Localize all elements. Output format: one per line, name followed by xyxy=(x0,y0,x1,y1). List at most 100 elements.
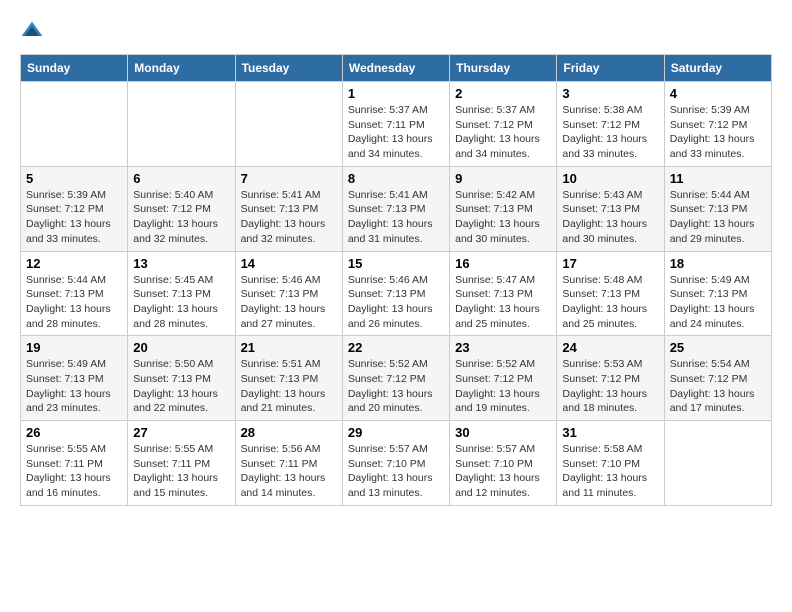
day-number: 3 xyxy=(562,86,658,101)
calendar-cell: 27 Sunrise: 5:55 AMSunset: 7:11 PMDaylig… xyxy=(128,421,235,506)
day-number: 9 xyxy=(455,171,551,186)
day-info: Sunrise: 5:55 AMSunset: 7:11 PMDaylight:… xyxy=(26,442,122,501)
day-info: Sunrise: 5:52 AMSunset: 7:12 PMDaylight:… xyxy=(348,357,444,416)
calendar-cell: 11 Sunrise: 5:44 AMSunset: 7:13 PMDaylig… xyxy=(664,166,771,251)
day-info: Sunrise: 5:41 AMSunset: 7:13 PMDaylight:… xyxy=(241,188,337,247)
day-info: Sunrise: 5:57 AMSunset: 7:10 PMDaylight:… xyxy=(348,442,444,501)
weekday-header-thursday: Thursday xyxy=(450,55,557,82)
day-info: Sunrise: 5:57 AMSunset: 7:10 PMDaylight:… xyxy=(455,442,551,501)
day-info: Sunrise: 5:47 AMSunset: 7:13 PMDaylight:… xyxy=(455,273,551,332)
calendar-cell: 6 Sunrise: 5:40 AMSunset: 7:12 PMDayligh… xyxy=(128,166,235,251)
day-info: Sunrise: 5:42 AMSunset: 7:13 PMDaylight:… xyxy=(455,188,551,247)
calendar-table: SundayMondayTuesdayWednesdayThursdayFrid… xyxy=(20,54,772,506)
calendar-week-row: 5 Sunrise: 5:39 AMSunset: 7:12 PMDayligh… xyxy=(21,166,772,251)
day-number: 16 xyxy=(455,256,551,271)
day-info: Sunrise: 5:58 AMSunset: 7:10 PMDaylight:… xyxy=(562,442,658,501)
day-info: Sunrise: 5:49 AMSunset: 7:13 PMDaylight:… xyxy=(670,273,766,332)
calendar-cell: 20 Sunrise: 5:50 AMSunset: 7:13 PMDaylig… xyxy=(128,336,235,421)
calendar-cell: 5 Sunrise: 5:39 AMSunset: 7:12 PMDayligh… xyxy=(21,166,128,251)
day-info: Sunrise: 5:39 AMSunset: 7:12 PMDaylight:… xyxy=(670,103,766,162)
day-info: Sunrise: 5:46 AMSunset: 7:13 PMDaylight:… xyxy=(348,273,444,332)
day-info: Sunrise: 5:55 AMSunset: 7:11 PMDaylight:… xyxy=(133,442,229,501)
day-number: 19 xyxy=(26,340,122,355)
calendar-week-row: 12 Sunrise: 5:44 AMSunset: 7:13 PMDaylig… xyxy=(21,251,772,336)
calendar-cell: 2 Sunrise: 5:37 AMSunset: 7:12 PMDayligh… xyxy=(450,82,557,167)
calendar-cell: 19 Sunrise: 5:49 AMSunset: 7:13 PMDaylig… xyxy=(21,336,128,421)
calendar-week-row: 1 Sunrise: 5:37 AMSunset: 7:11 PMDayligh… xyxy=(21,82,772,167)
day-number: 4 xyxy=(670,86,766,101)
day-info: Sunrise: 5:37 AMSunset: 7:11 PMDaylight:… xyxy=(348,103,444,162)
day-number: 24 xyxy=(562,340,658,355)
day-number: 27 xyxy=(133,425,229,440)
calendar-cell: 31 Sunrise: 5:58 AMSunset: 7:10 PMDaylig… xyxy=(557,421,664,506)
calendar-cell xyxy=(128,82,235,167)
day-number: 5 xyxy=(26,171,122,186)
calendar-cell: 3 Sunrise: 5:38 AMSunset: 7:12 PMDayligh… xyxy=(557,82,664,167)
calendar-cell: 8 Sunrise: 5:41 AMSunset: 7:13 PMDayligh… xyxy=(342,166,449,251)
day-number: 23 xyxy=(455,340,551,355)
weekday-header-saturday: Saturday xyxy=(664,55,771,82)
day-info: Sunrise: 5:48 AMSunset: 7:13 PMDaylight:… xyxy=(562,273,658,332)
weekday-header-sunday: Sunday xyxy=(21,55,128,82)
calendar-cell: 26 Sunrise: 5:55 AMSunset: 7:11 PMDaylig… xyxy=(21,421,128,506)
day-number: 1 xyxy=(348,86,444,101)
day-info: Sunrise: 5:43 AMSunset: 7:13 PMDaylight:… xyxy=(562,188,658,247)
day-info: Sunrise: 5:44 AMSunset: 7:13 PMDaylight:… xyxy=(26,273,122,332)
weekday-header-monday: Monday xyxy=(128,55,235,82)
calendar-cell: 28 Sunrise: 5:56 AMSunset: 7:11 PMDaylig… xyxy=(235,421,342,506)
calendar-cell: 15 Sunrise: 5:46 AMSunset: 7:13 PMDaylig… xyxy=(342,251,449,336)
day-number: 6 xyxy=(133,171,229,186)
day-number: 20 xyxy=(133,340,229,355)
day-number: 18 xyxy=(670,256,766,271)
day-number: 22 xyxy=(348,340,444,355)
calendar-cell xyxy=(21,82,128,167)
calendar-cell: 14 Sunrise: 5:46 AMSunset: 7:13 PMDaylig… xyxy=(235,251,342,336)
day-info: Sunrise: 5:41 AMSunset: 7:13 PMDaylight:… xyxy=(348,188,444,247)
calendar-cell: 16 Sunrise: 5:47 AMSunset: 7:13 PMDaylig… xyxy=(450,251,557,336)
day-number: 15 xyxy=(348,256,444,271)
calendar-cell: 25 Sunrise: 5:54 AMSunset: 7:12 PMDaylig… xyxy=(664,336,771,421)
day-info: Sunrise: 5:46 AMSunset: 7:13 PMDaylight:… xyxy=(241,273,337,332)
calendar-cell: 7 Sunrise: 5:41 AMSunset: 7:13 PMDayligh… xyxy=(235,166,342,251)
weekday-header-friday: Friday xyxy=(557,55,664,82)
day-number: 13 xyxy=(133,256,229,271)
day-info: Sunrise: 5:40 AMSunset: 7:12 PMDaylight:… xyxy=(133,188,229,247)
day-number: 29 xyxy=(348,425,444,440)
calendar-cell xyxy=(664,421,771,506)
weekday-header-tuesday: Tuesday xyxy=(235,55,342,82)
calendar-cell: 18 Sunrise: 5:49 AMSunset: 7:13 PMDaylig… xyxy=(664,251,771,336)
day-number: 21 xyxy=(241,340,337,355)
day-number: 7 xyxy=(241,171,337,186)
day-number: 28 xyxy=(241,425,337,440)
day-info: Sunrise: 5:54 AMSunset: 7:12 PMDaylight:… xyxy=(670,357,766,416)
day-number: 31 xyxy=(562,425,658,440)
day-number: 14 xyxy=(241,256,337,271)
calendar-cell: 1 Sunrise: 5:37 AMSunset: 7:11 PMDayligh… xyxy=(342,82,449,167)
calendar-cell: 21 Sunrise: 5:51 AMSunset: 7:13 PMDaylig… xyxy=(235,336,342,421)
calendar-cell: 12 Sunrise: 5:44 AMSunset: 7:13 PMDaylig… xyxy=(21,251,128,336)
calendar-cell: 9 Sunrise: 5:42 AMSunset: 7:13 PMDayligh… xyxy=(450,166,557,251)
calendar-header-row: SundayMondayTuesdayWednesdayThursdayFrid… xyxy=(21,55,772,82)
day-number: 12 xyxy=(26,256,122,271)
calendar-cell: 30 Sunrise: 5:57 AMSunset: 7:10 PMDaylig… xyxy=(450,421,557,506)
logo xyxy=(20,20,48,44)
day-info: Sunrise: 5:37 AMSunset: 7:12 PMDaylight:… xyxy=(455,103,551,162)
day-number: 8 xyxy=(348,171,444,186)
day-info: Sunrise: 5:38 AMSunset: 7:12 PMDaylight:… xyxy=(562,103,658,162)
day-info: Sunrise: 5:56 AMSunset: 7:11 PMDaylight:… xyxy=(241,442,337,501)
day-number: 10 xyxy=(562,171,658,186)
logo-icon xyxy=(20,20,44,44)
day-info: Sunrise: 5:51 AMSunset: 7:13 PMDaylight:… xyxy=(241,357,337,416)
day-info: Sunrise: 5:49 AMSunset: 7:13 PMDaylight:… xyxy=(26,357,122,416)
calendar-cell: 17 Sunrise: 5:48 AMSunset: 7:13 PMDaylig… xyxy=(557,251,664,336)
day-info: Sunrise: 5:45 AMSunset: 7:13 PMDaylight:… xyxy=(133,273,229,332)
day-info: Sunrise: 5:50 AMSunset: 7:13 PMDaylight:… xyxy=(133,357,229,416)
calendar-cell: 23 Sunrise: 5:52 AMSunset: 7:12 PMDaylig… xyxy=(450,336,557,421)
day-info: Sunrise: 5:39 AMSunset: 7:12 PMDaylight:… xyxy=(26,188,122,247)
day-number: 30 xyxy=(455,425,551,440)
day-info: Sunrise: 5:52 AMSunset: 7:12 PMDaylight:… xyxy=(455,357,551,416)
calendar-cell: 24 Sunrise: 5:53 AMSunset: 7:12 PMDaylig… xyxy=(557,336,664,421)
day-number: 25 xyxy=(670,340,766,355)
calendar-cell: 22 Sunrise: 5:52 AMSunset: 7:12 PMDaylig… xyxy=(342,336,449,421)
day-number: 2 xyxy=(455,86,551,101)
